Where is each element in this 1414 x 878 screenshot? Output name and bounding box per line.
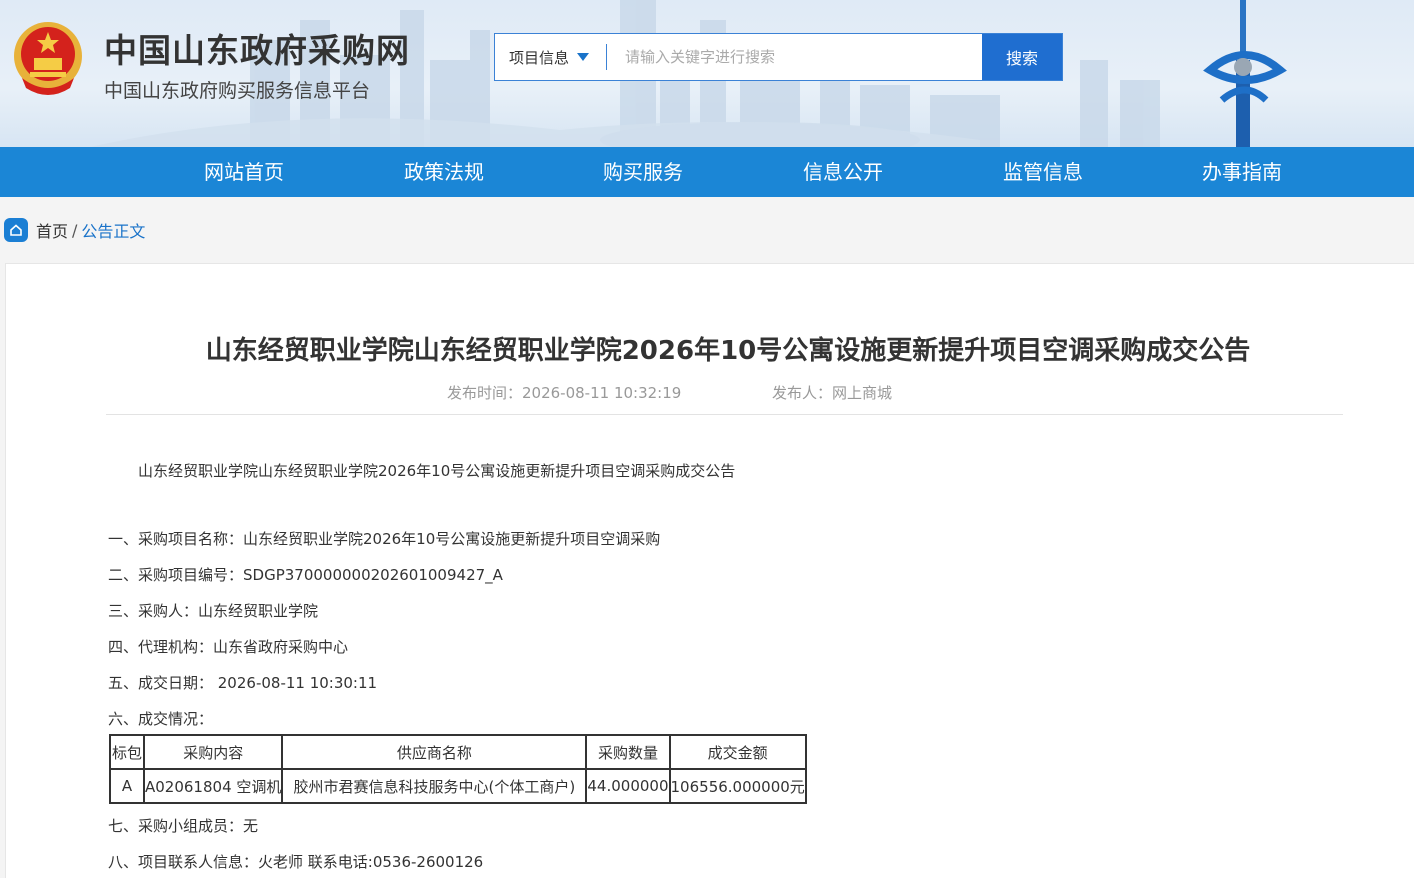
breadcrumb-home[interactable]: 首页 — [36, 218, 68, 242]
search-type-label: 项目信息 — [509, 48, 570, 67]
nav-item-supervision[interactable]: 监管信息 — [963, 147, 1123, 197]
table-cell: 106556.000000元 — [668, 768, 807, 804]
nav-item-guide[interactable]: 办事指南 — [1162, 147, 1322, 197]
item-agency: 四、代理机构：山东省政府采购中心 — [108, 638, 349, 656]
nav-item-policies[interactable]: 政策法规 — [364, 147, 524, 197]
table-header: 成交金额 — [668, 734, 807, 770]
table-cell: 胶州市君赛信息科技服务中心(个体工商户) — [281, 768, 588, 804]
table-header: 采购内容 — [142, 734, 284, 770]
nav-item-purchase-services[interactable]: 购买服务 — [563, 147, 723, 197]
item-purchaser: 三、采购人：山东经贸职业学院 — [108, 602, 319, 620]
breadcrumb-current[interactable]: 公告正文 — [81, 218, 145, 242]
table-cell: A02061804 空调机 — [142, 768, 284, 804]
site-title: 中国山东政府采购网 — [104, 31, 410, 70]
site-subtitle: 中国山东政府购买服务信息平台 — [104, 80, 371, 102]
item-deal-status: 六、成交情况： — [108, 710, 214, 728]
search-button[interactable]: 搜索 — [982, 34, 1062, 80]
home-icon[interactable] — [4, 218, 28, 242]
item-deal-date: 五、成交日期： 2026-08-11 10:30:11 — [108, 674, 378, 692]
caret-down-icon — [577, 53, 590, 61]
landmark-tower-icon — [1203, 0, 1287, 147]
item-panel-members: 七、采购小组成员：无 — [108, 817, 259, 835]
notice-title: 山东经贸职业学院山东经贸职业学院2026年10号公寓设施更新提升项目空调采购成交… — [205, 336, 1251, 366]
table-cell: A — [109, 768, 145, 804]
notice-intro: 山东经贸职业学院山东经贸职业学院2026年10号公寓设施更新提升项目空调采购成交… — [138, 462, 736, 480]
national-emblem-icon — [14, 22, 82, 95]
search-bar: 项目信息 搜索 — [494, 33, 1063, 81]
site-header: 中国山东政府采购网 中国山东政府购买服务信息平台 项目信息 搜索 — [0, 0, 1414, 147]
search-input[interactable] — [607, 34, 982, 80]
nav-item-info-disclosure[interactable]: 信息公开 — [763, 147, 923, 197]
table-cell: 44.000000 — [585, 768, 671, 804]
notice-content: 山东经贸职业学院山东经贸职业学院2026年10号公寓设施更新提升项目空调采购成交… — [5, 263, 1414, 878]
title-divider — [106, 414, 1343, 415]
main-nav: 网站首页 政策法规 购买服务 信息公开 监管信息 办事指南 — [0, 147, 1414, 197]
publisher: 发布人：网上商城 — [772, 384, 893, 402]
table-row: A A02061804 空调机 胶州市君赛信息科技服务中心(个体工商户) 44.… — [109, 768, 807, 804]
item-contact: 八、项目联系人信息：火老师 联系电话:0536-2600126 — [108, 853, 484, 871]
table-header: 标包 — [109, 734, 145, 770]
award-table: 标包 采购内容 供应商名称 采购数量 成交金额 A A02061804 空调机 … — [109, 734, 807, 804]
breadcrumb: 首页 / 公告正文 — [4, 218, 145, 242]
table-header-row: 标包 采购内容 供应商名称 采购数量 成交金额 — [109, 734, 807, 770]
item-project-number: 二、采购项目编号：SDGP370000000202601009427_A — [108, 566, 503, 584]
search-type-dropdown[interactable]: 项目信息 — [495, 44, 607, 70]
table-header: 供应商名称 — [281, 734, 588, 770]
publish-time: 发布时间：2026-08-11 10:32:19 — [447, 384, 682, 402]
breadcrumb-separator: / — [72, 220, 78, 240]
table-header: 采购数量 — [585, 734, 671, 770]
item-project-name: 一、采购项目名称：山东经贸职业学院2026年10号公寓设施更新提升项目空调采购 — [108, 530, 661, 548]
nav-item-home[interactable]: 网站首页 — [164, 147, 324, 197]
